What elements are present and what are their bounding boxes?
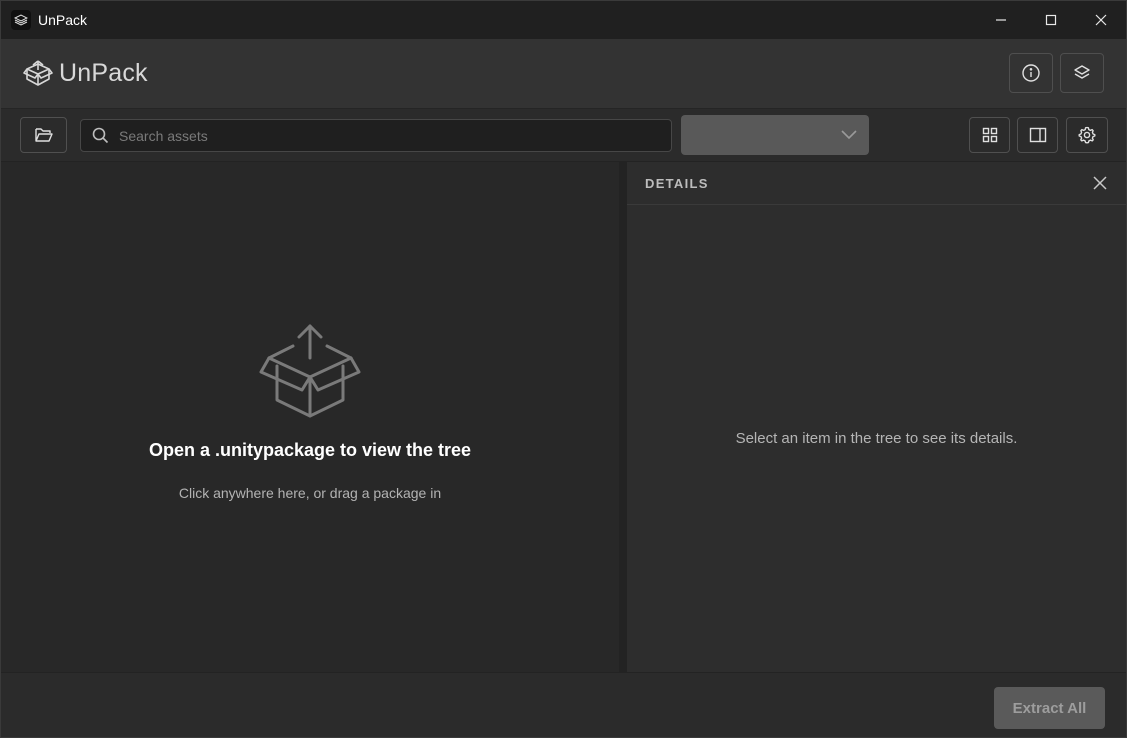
details-panel: DETAILS Select an item in the tree to se… bbox=[627, 162, 1126, 672]
maximize-icon bbox=[1045, 14, 1057, 26]
tree-empty-subtitle: Click anywhere here, or drag a package i… bbox=[178, 485, 442, 501]
details-header: DETAILS bbox=[627, 162, 1126, 205]
window-title: UnPack bbox=[38, 12, 88, 28]
search-box[interactable] bbox=[80, 119, 672, 152]
maximize-button[interactable] bbox=[1026, 1, 1076, 39]
close-window-button[interactable] bbox=[1076, 1, 1126, 39]
grid-icon bbox=[982, 127, 997, 143]
layers-button[interactable] bbox=[1060, 53, 1104, 93]
minimize-icon bbox=[996, 19, 1006, 21]
search-input[interactable] bbox=[119, 127, 639, 144]
close-details-button[interactable] bbox=[1092, 175, 1108, 191]
info-icon bbox=[1022, 64, 1040, 82]
toggle-details-panel-button[interactable] bbox=[1017, 117, 1058, 153]
brand-name: UnPack bbox=[59, 58, 148, 87]
brand: UnPack bbox=[23, 58, 148, 88]
app-header: UnPack bbox=[1, 39, 1126, 109]
panel-right-icon bbox=[1029, 127, 1046, 143]
minimize-button[interactable] bbox=[976, 1, 1026, 39]
folder-open-icon bbox=[34, 128, 53, 142]
box-logo-icon bbox=[23, 60, 53, 86]
layers-icon bbox=[1074, 65, 1090, 79]
window-controls bbox=[976, 1, 1126, 39]
app-window: UnPack UnPack Search assets Open a .unit… bbox=[0, 0, 1127, 738]
info-button[interactable] bbox=[1009, 53, 1053, 93]
close-icon bbox=[1095, 14, 1107, 26]
footer: Extract All bbox=[1, 672, 1126, 737]
pane-splitter[interactable] bbox=[619, 162, 627, 672]
gear-icon bbox=[1078, 126, 1096, 144]
open-folder-button[interactable] bbox=[20, 117, 67, 153]
tree-empty-title: Open a .unitypackage to view the tree bbox=[148, 440, 472, 460]
toolbar bbox=[1, 109, 1126, 162]
chevron-down-icon bbox=[841, 130, 857, 140]
grid-view-button[interactable] bbox=[969, 117, 1010, 153]
tree-drop-zone[interactable]: Open a .unitypackage to view the tree Cl… bbox=[1, 162, 619, 672]
title-bar: UnPack bbox=[1, 1, 1126, 39]
search-icon bbox=[92, 127, 109, 144]
box-upload-icon bbox=[259, 324, 361, 418]
close-icon bbox=[1093, 176, 1107, 190]
tree-empty-state: Open a .unitypackage to view the tree Cl… bbox=[1, 322, 619, 501]
app-logo-icon bbox=[11, 10, 31, 30]
extract-all-button[interactable]: Extract All bbox=[994, 687, 1105, 729]
details-empty-text: Select an item in the tree to see its de… bbox=[735, 430, 1018, 447]
settings-button[interactable] bbox=[1066, 117, 1108, 153]
filter-dropdown[interactable] bbox=[681, 115, 869, 155]
details-title: DETAILS bbox=[645, 175, 709, 191]
